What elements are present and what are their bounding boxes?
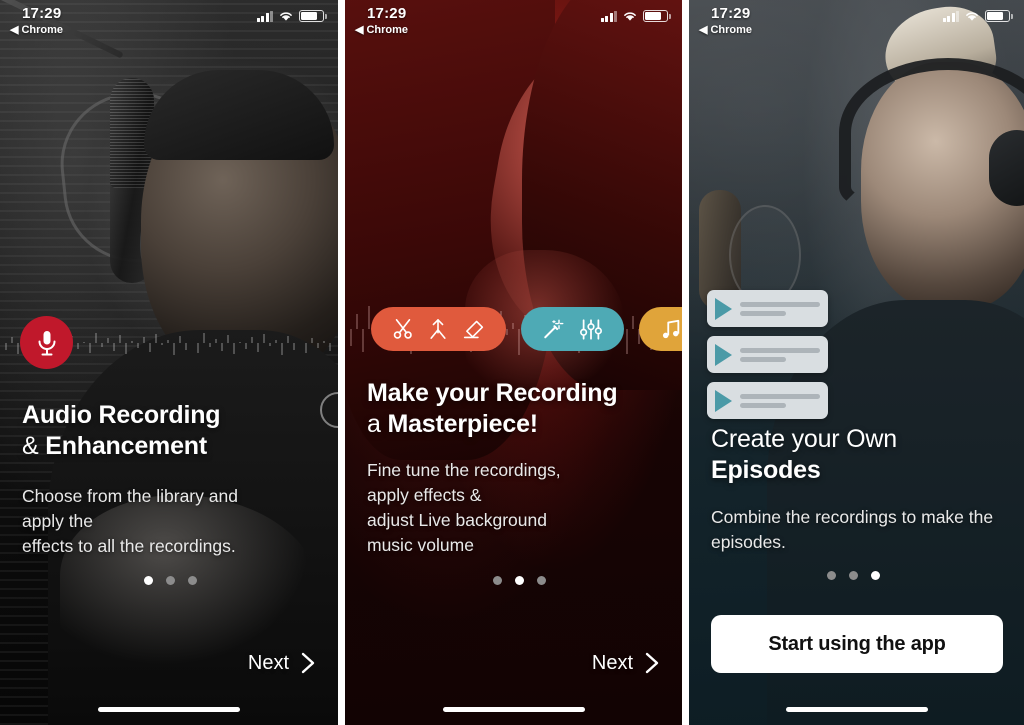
page-indicator-dots-3[interactable] <box>827 571 880 580</box>
screen3-title-line2-bold: Episodes <box>711 456 821 484</box>
screen1-subtitle-line-3: effects to all the recordings. <box>22 536 236 556</box>
next-button-screen-2[interactable]: Next <box>592 651 660 675</box>
episode-card[interactable] <box>707 382 828 419</box>
back-app-label: Chrome <box>21 23 64 36</box>
next-button-label: Next <box>247 651 289 674</box>
home-indicator-1 <box>98 707 240 712</box>
wifi-icon <box>966 12 978 21</box>
episode-cards-list <box>707 290 828 419</box>
status-bar-time: 17:29 <box>711 5 751 22</box>
screen2-subtitle-line-2: apply effects & <box>367 485 482 505</box>
screen1-title-line1: Audio Recording <box>22 401 221 429</box>
screen3-subtitle-line-2: episodes. <box>711 532 786 552</box>
status-bar-indicators <box>256 10 327 22</box>
screen2-title-line2: a Masterpiece! <box>367 409 617 440</box>
tune-tools-pill[interactable] <box>521 307 624 351</box>
equalizer-sliders-icon <box>580 318 602 340</box>
screen3-subtitle-line-1: Combine the recordings to make the <box>711 507 994 527</box>
screen2-title-line2-prefix: a <box>367 410 388 438</box>
screen3-title-line1: Create your Own <box>711 425 897 453</box>
battery-icon <box>299 10 327 22</box>
onboarding-screenshots-row: 17:29 ◀ Chrome Audio Recording & Enhance… <box>0 0 1024 725</box>
screen1-subtitle-line-2: apply the <box>22 511 94 531</box>
page-dot-2[interactable] <box>849 571 858 580</box>
status-bar-indicators <box>600 10 671 22</box>
status-bar-back-to-chrome[interactable]: ◀ Chrome <box>355 23 409 37</box>
panel-separator-2 <box>682 0 689 725</box>
status-bar-back-to-chrome[interactable]: ◀ Chrome <box>10 23 64 37</box>
music-note-icon <box>662 319 680 339</box>
home-indicator-3 <box>785 707 928 712</box>
back-app-label: Chrome <box>710 23 753 36</box>
screen1-subtitle-line-1: Choose from the library and <box>22 486 238 506</box>
merge-arrow-icon <box>430 319 446 339</box>
screen2-subtitle-line-1: Fine tune the recordings, <box>367 460 561 480</box>
back-app-label: Chrome <box>366 23 409 36</box>
status-bar: 17:29 ◀ Chrome <box>345 0 682 42</box>
start-using-app-button[interactable]: Start using the app <box>711 615 1003 673</box>
episode-placeholder-lines <box>740 393 820 408</box>
wifi-icon <box>280 12 292 21</box>
edit-tools-pill[interactable] <box>371 307 506 351</box>
onboarding-screen-2: 17:29 ◀ Chrome Make your Recording a Mas… <box>345 0 682 725</box>
battery-icon <box>985 10 1013 22</box>
editing-tool-pills <box>371 307 682 351</box>
next-button-label: Next <box>591 651 633 674</box>
status-bar-time: 17:29 <box>367 5 407 22</box>
chevron-right-icon <box>645 652 659 674</box>
page-dot-3[interactable] <box>537 576 546 585</box>
page-dot-3[interactable] <box>871 571 880 580</box>
episode-placeholder-lines <box>740 301 820 316</box>
play-icon[interactable] <box>715 343 732 366</box>
panel-separator-1 <box>338 0 345 725</box>
microphone-icon <box>38 330 55 355</box>
chevron-right-icon <box>301 652 315 674</box>
page-dot-1[interactable] <box>827 571 836 580</box>
episode-card[interactable] <box>707 290 828 327</box>
onboarding-3-content: Create your Own Episodes Combine the rec… <box>689 0 1024 725</box>
screen1-title-line2: & Enhancement <box>22 431 220 462</box>
back-arrow-icon: ◀ <box>10 24 19 36</box>
episode-placeholder-lines <box>740 347 820 362</box>
eraser-icon <box>463 320 484 339</box>
page-indicator-dots-1[interactable] <box>144 576 197 585</box>
screen2-title-line2-bold: Masterpiece! <box>387 410 538 438</box>
onboarding-screen-3: 17:29 ◀ Chrome Create your Own Episodes … <box>689 0 1024 725</box>
wifi-icon <box>624 12 636 21</box>
music-pill[interactable] <box>639 307 682 351</box>
status-bar: 17:29 ◀ Chrome <box>0 0 338 42</box>
cellular-signal-icon <box>942 10 959 22</box>
battery-icon <box>643 10 671 22</box>
episode-card[interactable] <box>707 336 828 373</box>
back-arrow-icon: ◀ <box>355 24 364 36</box>
page-dot-3[interactable] <box>188 576 197 585</box>
page-dot-2[interactable] <box>166 576 175 585</box>
cellular-signal-icon <box>600 10 617 22</box>
cellular-signal-icon <box>256 10 273 22</box>
screen2-subtitle-line-4: music volume <box>367 535 474 555</box>
onboarding-screen-1: 17:29 ◀ Chrome Audio Recording & Enhance… <box>0 0 338 725</box>
microphone-badge <box>20 316 73 369</box>
page-indicator-dots-2[interactable] <box>493 576 546 585</box>
screen2-title-line1: Make your Recording <box>367 379 618 407</box>
home-indicator-2 <box>442 707 585 712</box>
play-icon[interactable] <box>715 297 732 320</box>
screen1-title-line2-bold: Enhancement <box>45 432 207 460</box>
page-dot-1[interactable] <box>493 576 502 585</box>
screen2-subtitle-line-3: adjust Live background <box>367 510 547 530</box>
play-icon[interactable] <box>715 389 732 412</box>
scissors-icon <box>393 319 412 339</box>
status-bar-back-to-chrome[interactable]: ◀ Chrome <box>699 23 753 37</box>
next-button-screen-1[interactable]: Next <box>248 651 316 675</box>
back-arrow-icon: ◀ <box>699 24 708 36</box>
status-bar: 17:29 ◀ Chrome <box>689 0 1024 42</box>
magic-wand-icon <box>544 319 564 339</box>
page-dot-1[interactable] <box>144 576 153 585</box>
onboarding-2-content: Make your Recording a Masterpiece! Fine … <box>345 0 682 725</box>
page-dot-2[interactable] <box>515 576 524 585</box>
onboarding-1-content: Audio Recording & Enhancement Choose fro… <box>0 0 338 725</box>
screen1-title-line2-prefix: & <box>22 432 46 460</box>
status-bar-time: 17:29 <box>22 5 62 22</box>
status-bar-indicators <box>942 10 1013 22</box>
